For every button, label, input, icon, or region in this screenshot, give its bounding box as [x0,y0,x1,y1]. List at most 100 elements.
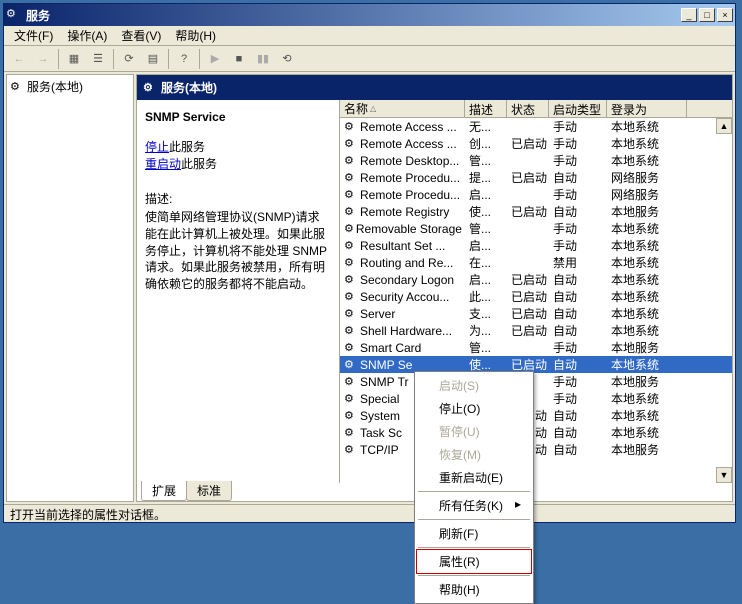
service-row[interactable]: ⚙Smart Card管...手动本地服务 [340,339,732,356]
pause-svc-button: ▮▮ [252,48,274,70]
menu-action[interactable]: 操作(A) [61,25,113,46]
toolbar: ← → ▦ ☰ ⟳ ▤ ? ▶ ■ ▮▮ ⟲ [4,46,735,72]
refresh-button[interactable]: ⟳ [118,48,140,70]
service-row[interactable]: ⚙Resultant Set ...启...手动本地系统 [340,237,732,254]
desc-text: 使简单网络管理协议(SNMP)请求能在此计算机上被处理。如果此服务停止，计算机将… [145,209,331,293]
main-header: ⚙ 服务(本地) [137,75,732,100]
service-icon: ⚙ [344,392,358,406]
menu-file[interactable]: 文件(F) [8,25,59,46]
ctx-properties[interactable]: 属性(R) [416,549,532,574]
service-icon: ⚙ [344,341,358,355]
back-button: ← [8,48,30,70]
service-row[interactable]: ⚙Removable Storage管...手动本地系统 [340,220,732,237]
service-row[interactable]: ⚙Security Accou...此...已启动自动本地系统 [340,288,732,305]
list-header: 名称△ 描述 状态 启动类型 登录为 [340,100,732,118]
service-icon: ⚙ [344,426,358,440]
menu-help[interactable]: 帮助(H) [169,25,222,46]
service-row[interactable]: ⚙SNMP Tr手动本地服务 [340,373,732,390]
service-row[interactable]: ⚙Secondary Logon启...已启动自动本地系统 [340,271,732,288]
tree-pane[interactable]: ⚙ 服务(本地) [6,74,134,502]
services-icon: ⚙ [10,80,24,94]
restart-svc-button[interactable]: ⟲ [276,48,298,70]
start-svc-button: ▶ [204,48,226,70]
list-body[interactable]: ⚙Remote Access ...无...手动本地系统⚙Remote Acce… [340,118,732,483]
ctx-refresh[interactable]: 刷新(F) [417,522,531,545]
ctx-pause: 暂停(U) [417,420,531,443]
scroll-down-button[interactable]: ▼ [716,467,732,483]
service-row[interactable]: ⚙Shell Hardware...为...已启动自动本地系统 [340,322,732,339]
stop-link[interactable]: 停止 [145,140,169,154]
service-row[interactable]: ⚙Remote Procedu...启...手动网络服务 [340,186,732,203]
service-icon: ⚙ [344,137,358,151]
service-icon: ⚙ [344,154,358,168]
service-icon: ⚙ [344,120,358,134]
service-row[interactable]: ⚙Remote Access ...无...手动本地系统 [340,118,732,135]
tab-standard[interactable]: 标准 [186,481,232,501]
stop-line: 停止此服务 [145,138,331,155]
tab-extended[interactable]: 扩展 [141,481,187,501]
service-row[interactable]: ⚙Server支...已启动自动本地系统 [340,305,732,322]
col-logon[interactable]: 登录为 [607,100,687,117]
ctx-all-tasks[interactable]: 所有任务(K)▸ [417,494,531,517]
service-row[interactable]: ⚙Remote Access ...创...已启动手动本地系统 [340,135,732,152]
col-status[interactable]: 状态 [507,100,549,117]
properties-button[interactable]: ☰ [87,48,109,70]
app-icon: ⚙ [6,7,22,23]
service-row[interactable]: ⚙Remote Desktop...管...手动本地系统 [340,152,732,169]
export-button[interactable]: ▦ [63,48,85,70]
scroll-up-button[interactable]: ▲ [716,118,732,134]
header-icon: ⚙ [143,81,157,95]
body: ⚙ 服务(本地) ⚙ 服务(本地) SNMP Service 停止此服务 重启动… [4,72,735,504]
desc-label: 描述: [145,190,331,207]
forward-button: → [32,48,54,70]
ctx-resume: 恢复(M) [417,443,531,466]
help-button[interactable]: ? [173,48,195,70]
service-name: SNMP Service [145,110,331,124]
service-icon: ⚙ [344,307,358,321]
service-row[interactable]: ⚙Special手动本地系统 [340,390,732,407]
main-header-title: 服务(本地) [161,79,217,96]
service-row[interactable]: ⚙System 已启动自动本地系统 [340,407,732,424]
service-row[interactable]: ⚙SNMP Se使...已启动自动本地系统 [340,356,732,373]
service-row[interactable]: ⚙Remote Registry使...已启动自动本地服务 [340,203,732,220]
maximize-button[interactable]: □ [699,8,715,22]
service-row[interactable]: ⚙Task Sc已启动自动本地系统 [340,424,732,441]
col-start[interactable]: 启动类型 [549,100,607,117]
col-name[interactable]: 名称△ [340,100,465,117]
list-pane: 名称△ 描述 状态 启动类型 登录为 ⚙Remote Access ...无..… [339,100,732,483]
service-row[interactable]: ⚙TCP/IP 已启动自动本地服务 [340,441,732,458]
ctx-stop[interactable]: 停止(O) [417,397,531,420]
service-row[interactable]: ⚙Remote Procedu...提...已启动自动网络服务 [340,169,732,186]
window-title: 服务 [26,7,681,24]
service-icon: ⚙ [344,358,358,372]
window-buttons: _ □ × [681,8,733,22]
status-text: 打开当前选择的属性对话框。 [10,506,166,523]
service-icon: ⚙ [344,205,358,219]
services-window: ⚙ 服务 _ □ × 文件(F) 操作(A) 查看(V) 帮助(H) ← → ▦… [3,3,736,523]
menu-view[interactable]: 查看(V) [115,25,167,46]
service-icon: ⚙ [344,222,354,236]
titlebar[interactable]: ⚙ 服务 _ □ × [4,4,735,26]
service-icon: ⚙ [344,188,358,202]
service-icon: ⚙ [344,443,358,457]
ctx-help[interactable]: 帮助(H) [417,578,531,601]
context-menu: 启动(S) 停止(O) 暂停(U) 恢复(M) 重新启动(E) 所有任务(K)▸… [414,371,534,604]
submenu-arrow-icon: ▸ [515,497,521,514]
stop-svc-button[interactable]: ■ [228,48,250,70]
col-desc[interactable]: 描述 [465,100,507,117]
close-button[interactable]: × [717,8,733,22]
minimize-button[interactable]: _ [681,8,697,22]
list-button[interactable]: ▤ [142,48,164,70]
service-row[interactable]: ⚙Routing and Re...在...禁用本地系统 [340,254,732,271]
service-icon: ⚙ [344,409,358,423]
service-icon: ⚙ [344,290,358,304]
restart-link[interactable]: 重启动 [145,157,181,171]
service-icon: ⚙ [344,375,358,389]
tree-root-label: 服务(本地) [27,78,83,95]
tree-root-item[interactable]: ⚙ 服务(本地) [10,78,130,95]
service-icon: ⚙ [344,256,358,270]
ctx-restart[interactable]: 重新启动(E) [417,466,531,489]
restart-line: 重启动此服务 [145,155,331,172]
menubar: 文件(F) 操作(A) 查看(V) 帮助(H) [4,26,735,46]
service-icon: ⚙ [344,324,358,338]
